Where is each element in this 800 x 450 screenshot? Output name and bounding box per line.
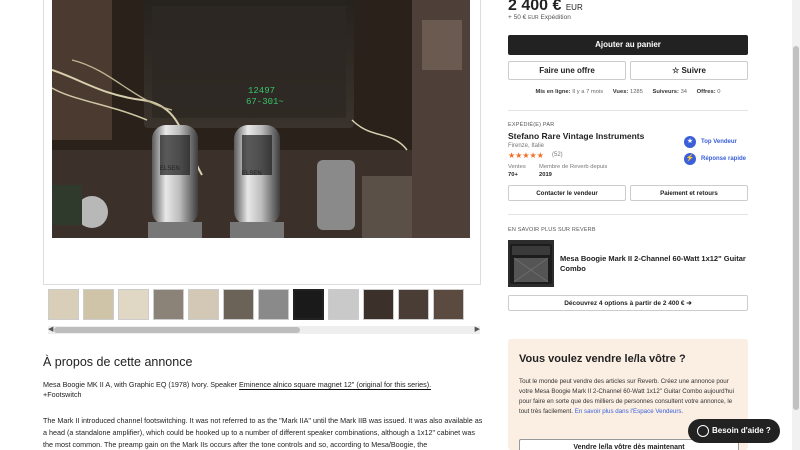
watchers-label: Suiveurs:: [652, 89, 679, 95]
tube-label-2: 67-301~: [246, 97, 284, 107]
price-amount: 2 400 €: [508, 0, 562, 14]
add-to-cart-button[interactable]: Ajouter au panier: [508, 35, 748, 55]
page-scrollbar[interactable]: [792, 0, 800, 450]
seller-sales: Ventes 70+: [508, 163, 526, 179]
seller-rating-stars: ★★★★★: [508, 151, 544, 160]
follow-button[interactable]: ☆ Suivre: [630, 61, 748, 80]
about-paragraph-1: Mesa Boogie MK II A, with Graphic EQ (19…: [43, 380, 483, 400]
member-value: 2019: [539, 172, 552, 178]
gallery-thumbnail[interactable]: [188, 289, 219, 320]
thumbnail-scrollbar-thumb[interactable]: [54, 327, 300, 333]
online-label: Mis en ligne:: [535, 89, 571, 95]
make-offer-button[interactable]: Faire une offre: [508, 61, 626, 80]
help-button[interactable]: Besoin d'aide ?: [688, 419, 780, 443]
gallery-thumbnail[interactable]: [328, 289, 359, 320]
tube-label-1: 12497: [248, 86, 275, 96]
sell-text: Tout le monde peut vendre des articles s…: [519, 377, 739, 417]
gallery-thumbnail[interactable]: [398, 289, 429, 320]
about-p1-highlight: Eminence alnico square magnet 12'' (orig…: [239, 380, 432, 390]
seller-review-count[interactable]: (52): [552, 152, 563, 158]
about-title: À propos de cette annonce: [43, 355, 193, 369]
divider: [508, 110, 748, 111]
about-p1-start: Mesa Boogie MK II A, with Graphic EQ (19…: [43, 380, 240, 389]
explore-options-button[interactable]: Découvrez 4 options à partir de 2 400 € …: [508, 295, 748, 311]
listing-page: 12497 67-301~ ELSEN ELSEN ◀ ▶ À propos d…: [0, 0, 800, 450]
views-value: 1285: [629, 89, 643, 95]
sales-label: Ventes: [508, 164, 526, 170]
sell-title: Vous voulez vendre le/la vôtre ?: [519, 353, 686, 365]
shipping-cost: + 50 € EUR Expédition: [508, 14, 571, 21]
scroll-left-icon[interactable]: ◀: [48, 326, 53, 334]
tube-brand-2: ELSEN: [242, 171, 262, 177]
divider: [508, 214, 748, 215]
gallery-thumbnail[interactable]: [363, 289, 394, 320]
amplifier-tubes-photo: 12497 67-301~ ELSEN ELSEN: [52, 0, 470, 238]
listing-stats: Mis en ligne: Il y a 7 mois Vues: 1285 S…: [508, 89, 748, 95]
main-photo[interactable]: 12497 67-301~ ELSEN ELSEN: [52, 0, 470, 238]
options-label: Découvrez 4 options à partir de 2 400 €: [564, 300, 685, 307]
gallery-thumbnail[interactable]: [83, 289, 114, 320]
follow-label: Suivre: [681, 66, 706, 75]
related-section-label: EN SAVOIR PLUS SUR REVERB: [508, 227, 596, 233]
gallery-thumbnail[interactable]: [293, 289, 324, 320]
fast-reply-icon: ⚡: [684, 153, 696, 165]
gallery-thumbnail[interactable]: [223, 289, 254, 320]
top-seller-icon: ★: [684, 136, 696, 148]
chat-bubble-icon: [697, 425, 709, 437]
about-p1-end: +Footswitch: [43, 390, 82, 399]
thumbnail-strip: [48, 289, 480, 323]
views-label: Vues:: [612, 89, 629, 95]
seller-hub-link[interactable]: En savoir plus dans l'Espace Vendeurs.: [575, 408, 684, 415]
seller-section-label: EXPÉDIÉ(E) PAR: [508, 122, 555, 128]
offers-label: Offres:: [696, 89, 716, 95]
fast-reply-badge: Réponse rapide: [701, 156, 747, 162]
price-currency: EUR: [565, 3, 583, 12]
shipping-amount: + 50 €: [508, 14, 527, 21]
tube-brand-1: ELSEN: [160, 166, 180, 172]
offers-value: 0: [717, 89, 721, 95]
watchers-value: 34: [680, 89, 688, 95]
gallery-thumbnail[interactable]: [48, 289, 79, 320]
shipping-currency: EUR: [528, 15, 539, 21]
about-paragraph-2: The Mark II introduced channel footswitc…: [43, 416, 483, 449]
arrow-right-icon: ➔: [686, 300, 692, 307]
gallery-thumbnail[interactable]: [118, 289, 149, 320]
member-label: Membre de Reverb depuis: [539, 164, 608, 170]
gallery-thumbnail[interactable]: [153, 289, 184, 320]
gallery-thumbnail[interactable]: [258, 289, 289, 320]
top-seller-badge: Top Vendeur: [701, 139, 737, 145]
seller-name[interactable]: Stefano Rare Vintage Instruments: [508, 131, 644, 141]
related-product-title[interactable]: Mesa Boogie Mark II 2-Channel 60-Watt 1x…: [560, 254, 748, 274]
shipping-label: Expédition: [540, 14, 571, 21]
thumbnail-scrollbar[interactable]: ◀ ▶: [48, 326, 480, 334]
payment-returns-button[interactable]: Paiement et retours: [630, 185, 748, 201]
price: 2 400 € EUR: [508, 0, 583, 15]
sales-value: 70+: [508, 172, 518, 178]
seller-member-since: Membre de Reverb depuis 2019: [539, 163, 607, 179]
scroll-right-icon[interactable]: ▶: [475, 326, 480, 334]
amp-combo-icon: [510, 244, 552, 284]
seller-location: Firenze, Italie: [508, 143, 545, 149]
gallery-thumbnail[interactable]: [433, 289, 464, 320]
help-label: Besoin d'aide ?: [712, 426, 771, 435]
online-value: Il y a 7 mois: [572, 89, 604, 95]
page-scrollbar-thumb[interactable]: [793, 46, 799, 410]
related-product-image[interactable]: [508, 240, 554, 287]
star-outline-icon: ☆: [672, 66, 680, 75]
contact-seller-button[interactable]: Contacter le vendeur: [508, 185, 626, 201]
